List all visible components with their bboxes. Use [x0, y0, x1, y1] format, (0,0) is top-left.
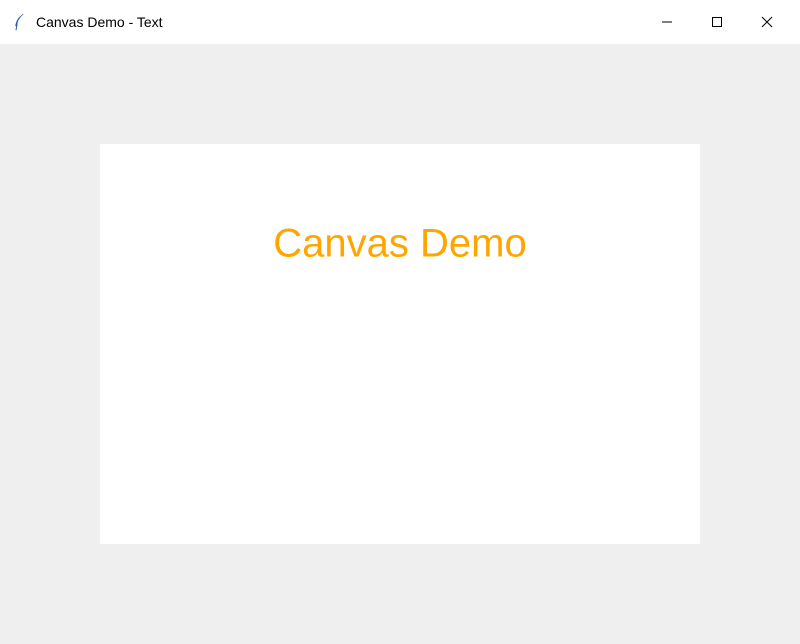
window-titlebar: Canvas Demo - Text	[0, 0, 800, 44]
minimize-button[interactable]	[642, 0, 692, 44]
close-button[interactable]	[742, 0, 792, 44]
client-area: Canvas Demo	[0, 44, 800, 644]
tk-feather-icon	[10, 13, 28, 31]
window-controls	[642, 0, 792, 44]
canvas-text: Canvas Demo	[273, 222, 526, 267]
maximize-button[interactable]	[692, 0, 742, 44]
window-title: Canvas Demo - Text	[36, 14, 642, 30]
canvas-widget[interactable]: Canvas Demo	[100, 144, 700, 544]
